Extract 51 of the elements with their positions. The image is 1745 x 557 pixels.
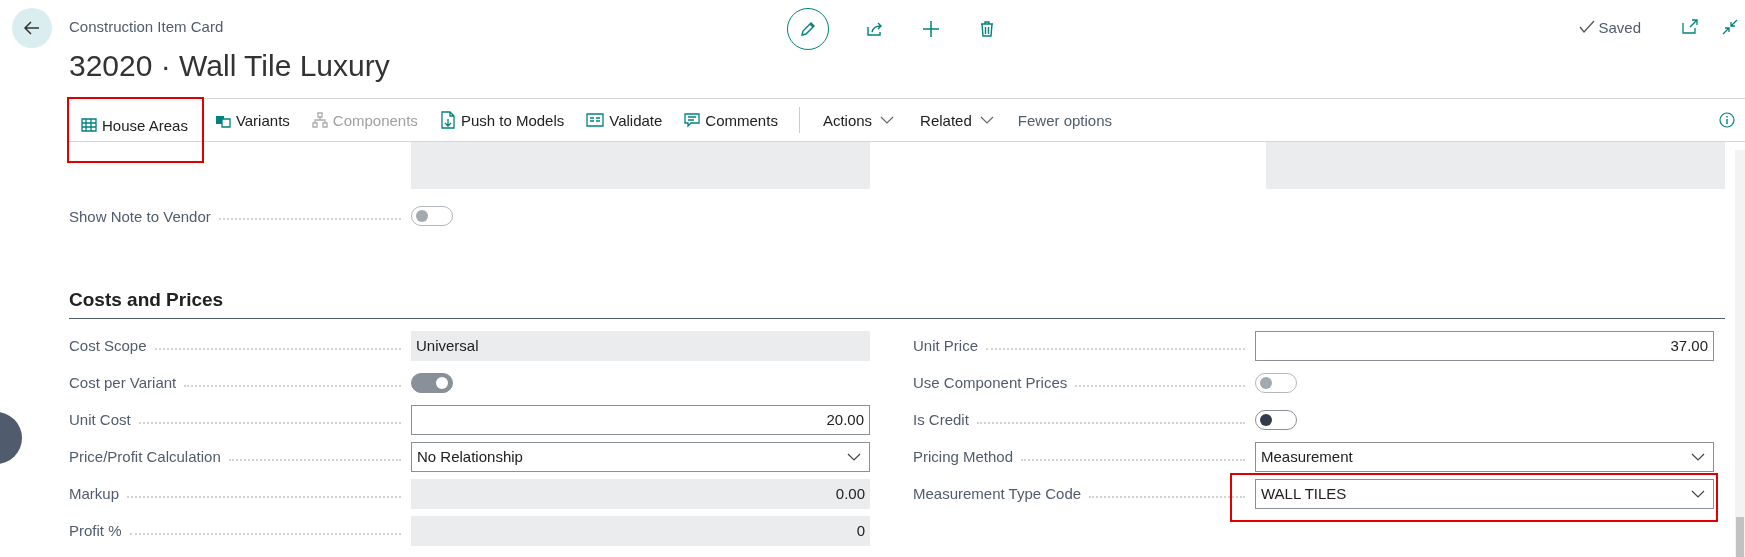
form-icon [586,112,605,128]
toggle-switch[interactable] [1255,409,1297,430]
chevron-down-icon [1691,452,1705,461]
checkmark-icon [1579,20,1596,34]
chevron-down-icon [880,116,895,124]
collapse-icon[interactable] [1721,18,1739,36]
field-label: Pricing Method [913,448,1014,465]
open-new-window-icon[interactable] [1681,18,1699,36]
field-label: Unit Price [913,337,979,354]
dropdown-field[interactable]: WALL TILES [1255,478,1714,509]
field-label: Markup [69,485,120,502]
toolbar-action[interactable]: Comments [673,99,789,141]
info-icon[interactable] [1719,112,1735,128]
readonly-field: 0 [411,515,870,546]
plus-icon[interactable] [921,19,941,39]
input-field[interactable]: 37.00 [1255,330,1714,361]
toolbar-action[interactable]: House Areas [67,97,204,163]
toolbar-action[interactable]: Variants [203,99,301,141]
hierarchy-icon [311,112,328,128]
scrollbar[interactable] [1735,150,1745,557]
dropdown-field[interactable]: No Relationship [411,441,870,472]
toolbar-action[interactable]: Validate [575,99,674,141]
field-label: Measurement Type Code [913,485,1082,502]
chevron-down-icon [1691,489,1705,498]
document-arrow-icon [439,111,456,129]
saved-status: Saved [1598,18,1641,36]
field-label: Use Component Prices [913,374,1068,391]
field-label: Unit Cost [69,411,131,428]
input-field[interactable]: 20.00 [411,404,870,435]
fewer-options-button[interactable]: Fewer options [1006,99,1123,141]
dropdown-field[interactable]: Measurement [1255,441,1714,472]
field-label: Cost per Variant [69,374,177,391]
breadcrumb: Construction Item Card [69,18,225,35]
table-icon [81,117,97,133]
menu-button[interactable]: Related [907,99,1007,141]
field-label: Profit % [69,522,122,539]
field-label: Cost Scope [69,337,147,354]
toolbar-action[interactable]: Push to Models [428,99,576,141]
edit-button[interactable] [787,8,829,50]
field-label: Price/Profit Calculation [69,448,221,465]
chevron-down-icon [979,116,994,124]
back-button[interactable] [12,8,52,48]
field-label: Is Credit [913,411,969,428]
comment-icon [684,112,701,128]
page-title: 32020 · Wall Tile Luxury [69,49,390,83]
section-title: Costs and Prices [69,289,1725,319]
chevron-down-icon [847,452,861,461]
readonly-field: 0.00 [411,478,870,509]
menu-button[interactable]: Actions [809,99,908,141]
readonly-field: Universal [411,330,870,361]
field-label: Show Note to Vendor [69,207,211,225]
